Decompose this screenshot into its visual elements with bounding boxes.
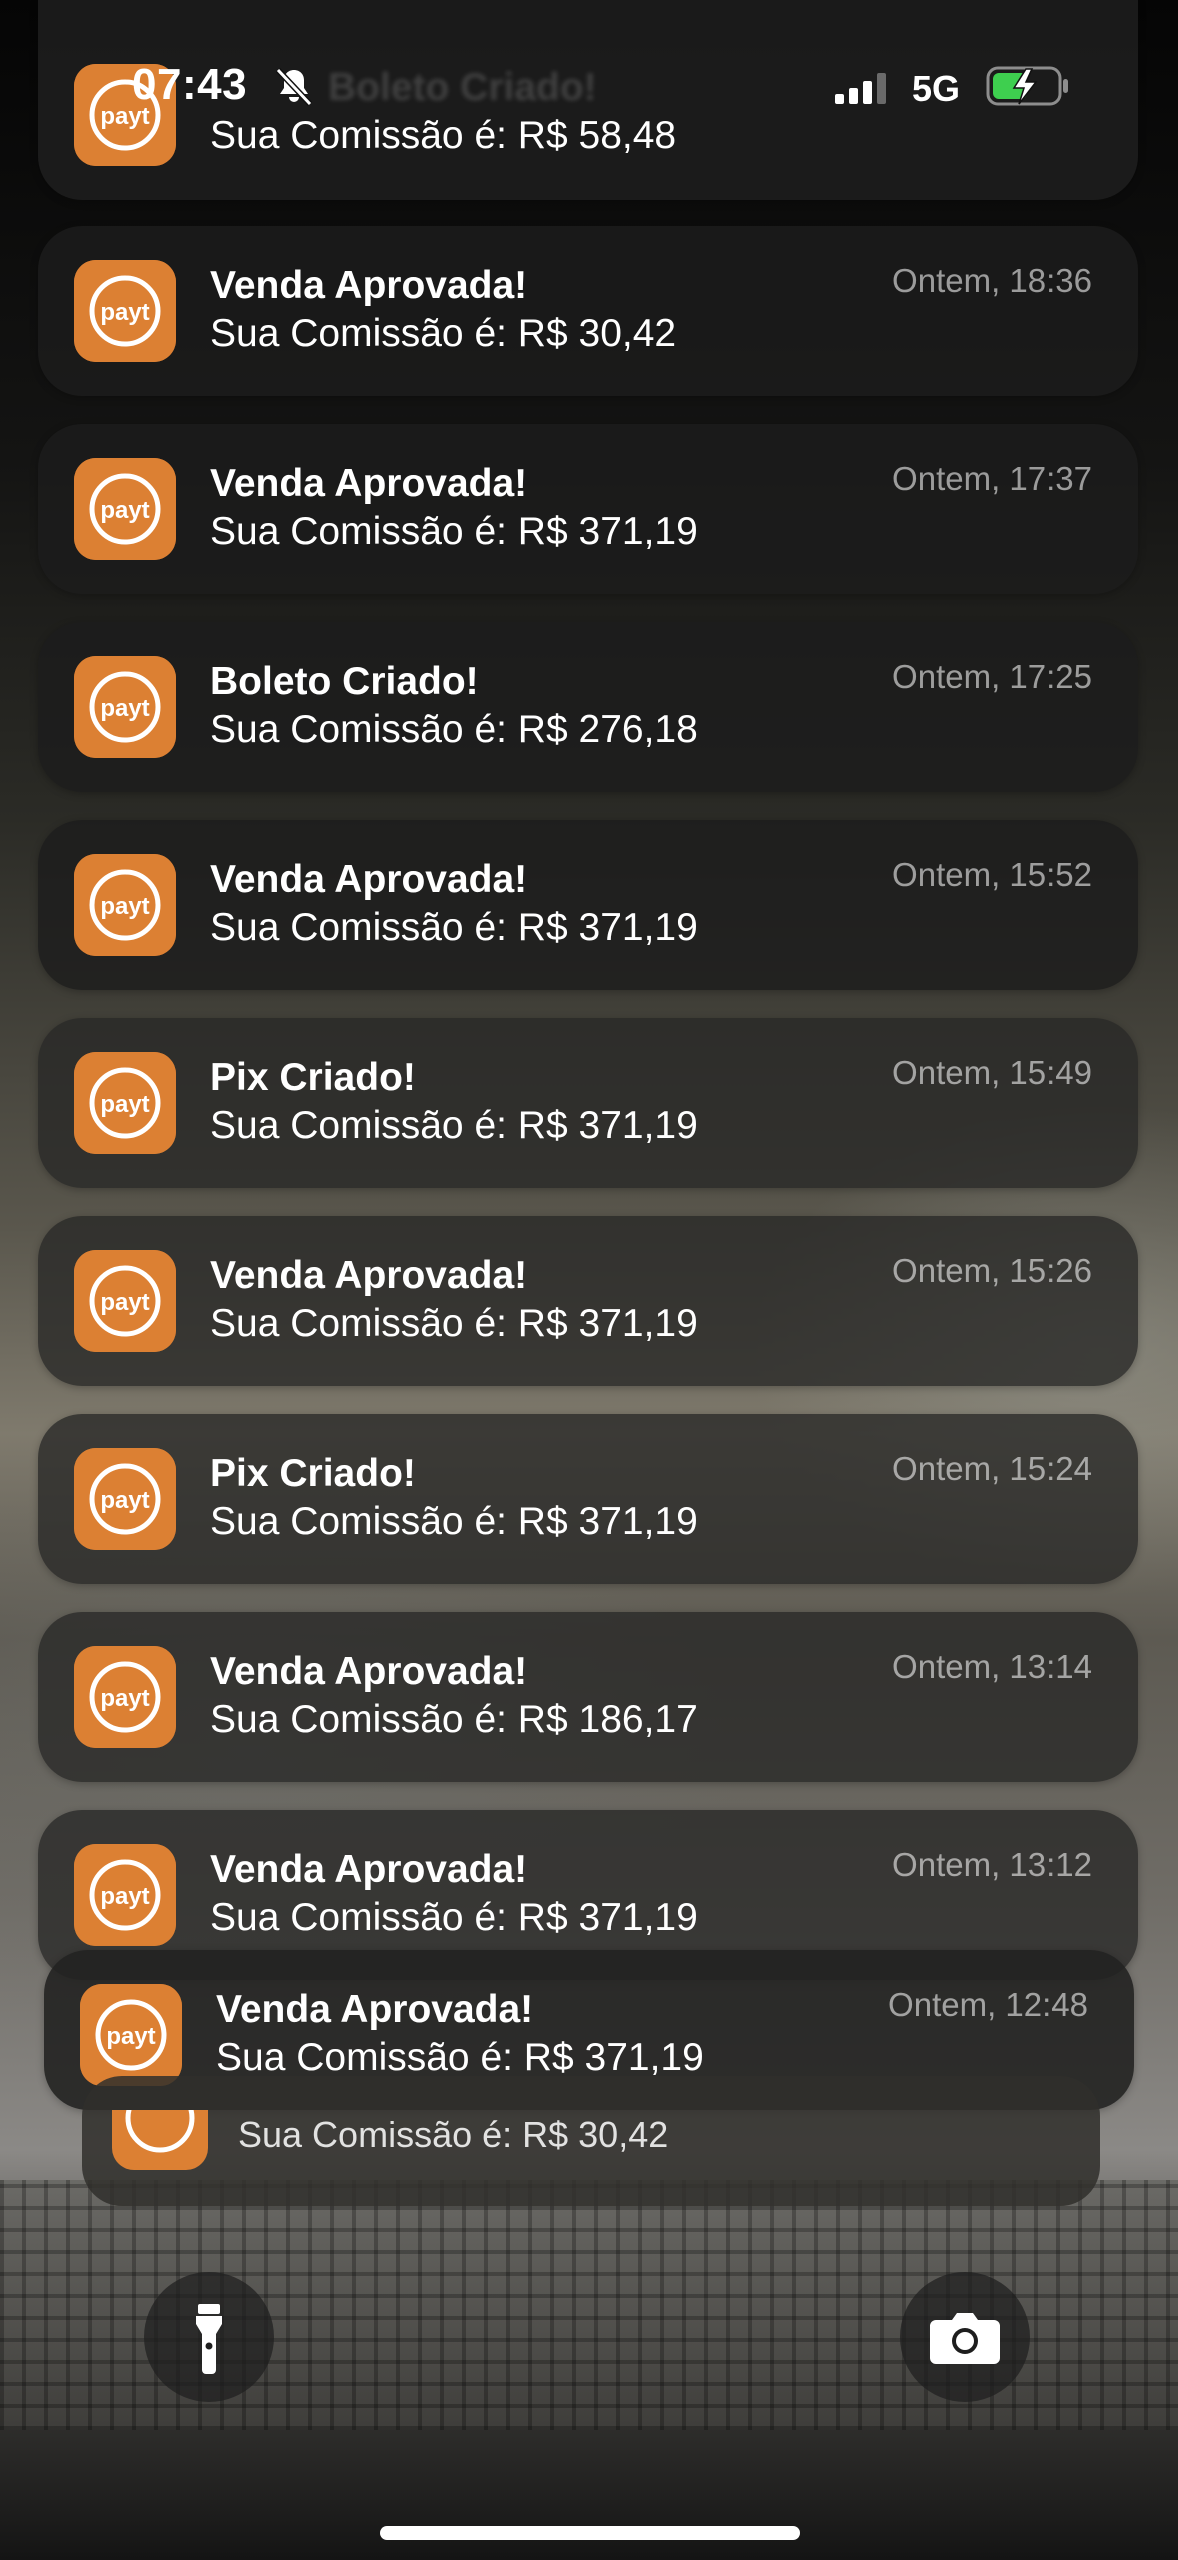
- notification-time: Ontem, 13:14: [892, 1648, 1092, 1685]
- signal-icon: [835, 73, 886, 104]
- notification-body: Sua Comissão é: R$ 58,48: [210, 114, 677, 157]
- notification-card[interactable]: payt Venda Aprovada! Sua Comissão é: R$ …: [38, 820, 1138, 990]
- payt-app-icon: payt: [74, 854, 176, 956]
- notification-time: Ontem, 18:36: [892, 262, 1092, 299]
- notification-card[interactable]: payt Boleto Criado! Sua Comissão é: R$ 2…: [38, 622, 1138, 792]
- svg-text:payt: payt: [100, 1487, 149, 1514]
- notification-card[interactable]: payt Venda Aprovada! Sua Comissão é: R$ …: [38, 424, 1138, 594]
- notification-body: Sua Comissão é: R$ 30,42: [238, 2114, 669, 2155]
- notification-title: Venda Aprovada!: [210, 1848, 528, 1891]
- svg-text:payt: payt: [100, 497, 149, 524]
- notification-body: Sua Comissão é: R$ 371,19: [210, 1302, 698, 1345]
- notification-body: Sua Comissão é: R$ 30,42: [210, 312, 677, 355]
- notification-body: Sua Comissão é: R$ 186,17: [210, 1698, 698, 1741]
- home-indicator[interactable]: [380, 2526, 800, 2540]
- flashlight-button[interactable]: [144, 2272, 274, 2402]
- payt-app-icon: payt: [74, 260, 176, 362]
- notification-body: Sua Comissão é: R$ 371,19: [210, 1104, 698, 1147]
- camera-button[interactable]: [900, 2272, 1030, 2402]
- notification-time: Ontem, 17:37: [892, 460, 1092, 497]
- svg-text:payt: payt: [100, 1289, 149, 1316]
- svg-text:payt: payt: [100, 695, 149, 722]
- notification-time: Ontem, 12:48: [888, 1986, 1088, 2023]
- notification-time: Ontem, 13:12: [892, 1846, 1092, 1883]
- notification-title: Pix Criado!: [210, 1452, 416, 1495]
- svg-text:payt: payt: [100, 1091, 149, 1118]
- notification-body: Sua Comissão é: R$ 371,19: [216, 2036, 704, 2079]
- notification-body: Sua Comissão é: R$ 371,19: [210, 906, 698, 949]
- notification-body: Sua Comissão é: R$ 371,19: [210, 1896, 698, 1939]
- payt-app-icon: [112, 2110, 208, 2170]
- notification-time: Ontem, 17:25: [892, 658, 1092, 695]
- bell-off-icon: [275, 67, 313, 107]
- status-time: 07:43: [132, 60, 248, 109]
- notification-time: Ontem, 15:24: [892, 1450, 1092, 1487]
- notification-stack-back[interactable]: Sua Comissão é: R$ 30,42: [82, 2076, 1100, 2206]
- notification-body: Sua Comissão é: R$ 371,19: [210, 510, 698, 553]
- network-type: 5G: [912, 68, 961, 109]
- payt-app-icon: payt: [74, 1052, 176, 1154]
- notification-title: Venda Aprovada!: [210, 462, 528, 505]
- svg-text:payt: payt: [100, 893, 149, 920]
- svg-text:payt: payt: [106, 2023, 155, 2050]
- payt-app-icon: payt: [74, 1844, 176, 1946]
- payt-app-icon: payt: [74, 1250, 176, 1352]
- notification-title: Venda Aprovada!: [216, 1988, 534, 2031]
- svg-text:payt: payt: [100, 1883, 149, 1910]
- notification-card[interactable]: payt Venda Aprovada! Sua Comissão é: R$ …: [38, 1612, 1138, 1782]
- svg-text:payt: payt: [100, 299, 149, 326]
- payt-app-icon: payt: [74, 656, 176, 758]
- notification-body: Sua Comissão é: R$ 371,19: [210, 1500, 698, 1543]
- notification-card[interactable]: payt Venda Aprovada! Sua Comissão é: R$ …: [38, 1216, 1138, 1386]
- notification-title: Boleto Criado!: [210, 660, 479, 703]
- flashlight-icon: [196, 2304, 222, 2374]
- payt-app-icon: payt: [74, 1448, 176, 1550]
- notification-title: Venda Aprovada!: [210, 1650, 528, 1693]
- svg-text:payt: payt: [100, 1685, 149, 1712]
- notification-card[interactable]: payt Venda Aprovada! Sua Comissão é: R$ …: [38, 226, 1138, 396]
- notification-card[interactable]: payt Pix Criado! Sua Comissão é: R$ 371,…: [38, 1018, 1138, 1188]
- notification-title: Venda Aprovada!: [210, 858, 528, 901]
- notification-title: Venda Aprovada!: [210, 1254, 528, 1297]
- camera-icon: [930, 2313, 1000, 2364]
- notification-body: Sua Comissão é: R$ 276,18: [210, 708, 698, 751]
- notification-time: Ontem, 15:49: [892, 1054, 1092, 1091]
- payt-app-icon: payt: [74, 458, 176, 560]
- notification-title: Venda Aprovada!: [210, 264, 528, 307]
- status-bar: 07:43 5G: [0, 0, 1178, 120]
- notification-card[interactable]: payt Pix Criado! Sua Comissão é: R$ 371,…: [38, 1414, 1138, 1584]
- payt-app-icon: payt: [74, 1646, 176, 1748]
- notification-time: Ontem, 15:52: [892, 856, 1092, 893]
- payt-app-icon: payt: [80, 1984, 182, 2086]
- notification-title: Pix Criado!: [210, 1056, 416, 1099]
- battery-charging-icon: [986, 66, 1068, 106]
- notification-time: Ontem, 15:26: [892, 1252, 1092, 1289]
